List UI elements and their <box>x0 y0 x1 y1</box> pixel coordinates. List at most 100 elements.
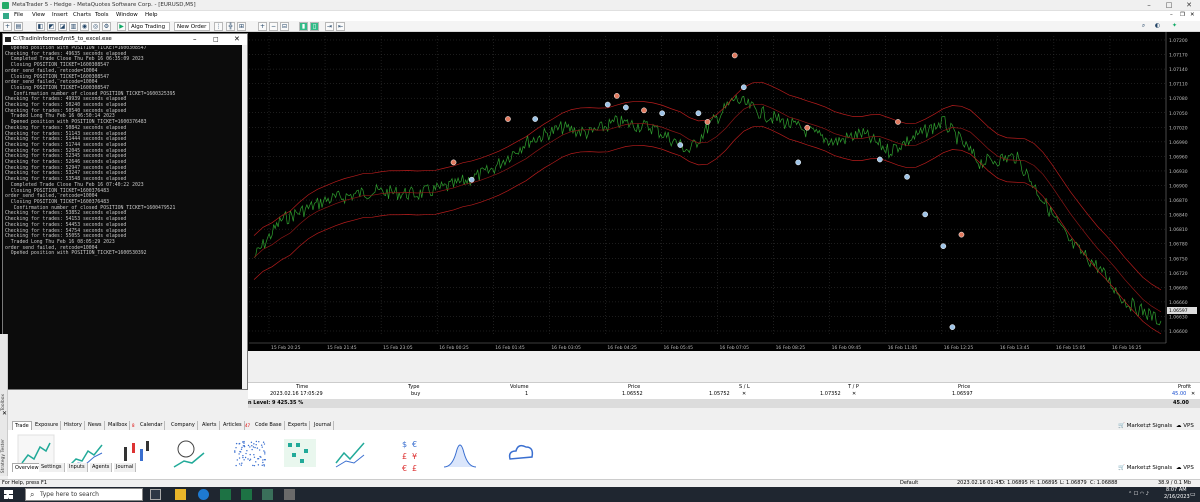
tab-settings[interactable]: Settings <box>39 463 65 472</box>
math-calc-card[interactable] <box>230 433 270 473</box>
menu-insert[interactable]: Insert <box>52 12 68 18</box>
clock-date[interactable]: 2/16/2023 <box>1164 494 1190 500</box>
file-explorer-icon[interactable] <box>175 489 186 500</box>
signals-link-top[interactable]: ⇄ Signals <box>1146 423 1172 429</box>
tab-trade[interactable]: Trade <box>12 421 32 430</box>
market-link-top[interactable]: 🛒 Market <box>1118 423 1146 429</box>
new-order-button[interactable]: New Order <box>174 22 210 31</box>
candle-chart-icon[interactable]: ▯ <box>310 22 319 31</box>
close-position-icon[interactable]: ✕ <box>1191 390 1195 398</box>
genetic-card[interactable] <box>280 433 320 473</box>
buy-sell-icon[interactable]: ✦ <box>1170 22 1179 31</box>
new-chart-icon[interactable]: + <box>3 22 12 31</box>
chart-shift-icon[interactable]: ⇤ <box>336 22 345 31</box>
tab-agents[interactable]: Agents <box>90 463 113 472</box>
console-window[interactable]: C:\TradinInformed\mt5_to_excel.exe – □ ✕… <box>2 33 248 390</box>
trade-level-icon[interactable]: ╬ <box>226 22 235 31</box>
scatter-dot <box>257 464 260 466</box>
depth-of-market-icon[interactable]: ⋮ <box>214 22 223 31</box>
console-close-button[interactable]: ✕ <box>234 34 240 45</box>
menu-window[interactable]: Window <box>116 12 138 18</box>
tab-experts[interactable]: Experts <box>286 421 310 430</box>
sl-remove-icon[interactable]: ✕ <box>742 390 746 398</box>
taskbar-search[interactable]: ⌕ Type here to search <box>25 488 143 501</box>
edge-icon[interactable] <box>198 489 209 500</box>
metaeditor-icon[interactable]: ◎ <box>91 22 100 31</box>
market-watch-icon[interactable]: ◧ <box>36 22 45 31</box>
win-restore-inner[interactable]: ❐ <box>1180 12 1185 18</box>
signals-link[interactable]: ⇄ Signals <box>1146 465 1172 471</box>
strategy-tester-label[interactable]: Strategy Tester <box>1 439 6 473</box>
tab-exposure[interactable]: Exposure <box>33 421 62 430</box>
tab-journal[interactable]: Journal <box>312 421 335 430</box>
console-app-taskbar-icon[interactable] <box>284 489 295 500</box>
tab-news[interactable]: News <box>86 421 105 430</box>
maximize-button[interactable]: □ <box>1164 1 1174 10</box>
tab-company[interactable]: Company <box>169 421 198 430</box>
autoscroll-icon[interactable]: ⇥ <box>325 22 334 31</box>
algo-trading-icon[interactable]: ▶ <box>117 22 126 31</box>
tab-history[interactable]: History <box>62 421 85 430</box>
scatter-dot <box>238 463 241 465</box>
console-maximize-button[interactable]: □ <box>213 34 219 45</box>
profiles-icon[interactable]: ▤ <box>14 22 23 31</box>
distribution-card[interactable] <box>440 433 480 473</box>
metatrader-icon[interactable] <box>262 489 273 500</box>
currency-card[interactable]: $ € £ ¥ € £ <box>388 433 428 473</box>
visual-test-card[interactable] <box>168 433 208 473</box>
task-view-icon[interactable] <box>150 489 161 500</box>
table-row[interactable]: 2023.02.16 17:05:29 buy 1 1.06552 1.0575… <box>248 390 1200 399</box>
zoom-out-icon[interactable]: − <box>269 22 278 31</box>
win-min-inner[interactable]: – <box>1170 12 1173 18</box>
navigator-icon[interactable]: ◩ <box>47 22 56 31</box>
console-titlebar[interactable]: C:\TradinInformed\mt5_to_excel.exe – □ ✕ <box>3 34 247 45</box>
tab-inputs[interactable]: Inputs <box>67 463 88 472</box>
minimize-button[interactable]: – <box>1144 1 1154 10</box>
console-minimize-button[interactable]: – <box>193 34 197 45</box>
tile-windows-icon[interactable]: ⊟ <box>280 22 289 31</box>
close-button[interactable]: ✕ <box>1184 1 1194 10</box>
chart-scroll-icon[interactable]: ⊞ <box>237 22 246 31</box>
menu-view[interactable]: View <box>32 12 45 18</box>
tab-calendar[interactable]: Calendar <box>138 421 166 430</box>
menu-tools[interactable]: Tools <box>95 12 109 18</box>
excel-icon-2[interactable] <box>241 489 252 500</box>
scatter-dot <box>251 445 253 447</box>
price-tick-label: 1.06600 <box>1169 329 1188 335</box>
search-icon[interactable]: ⌕ <box>1139 22 1148 31</box>
terminal-icon[interactable]: ▥ <box>69 22 78 31</box>
account-icon[interactable]: ◐ <box>1153 22 1162 31</box>
data-window-icon[interactable]: ◪ <box>58 22 67 31</box>
algo-trading-button[interactable]: Algo Trading <box>128 22 170 31</box>
options-icon[interactable]: ⚙ <box>102 22 111 31</box>
notification-icon[interactable]: ▭ <box>1190 491 1196 498</box>
app-menu-icon[interactable] <box>3 13 9 19</box>
menu-help[interactable]: Help <box>145 12 158 18</box>
toolbox-label[interactable]: Toolbox <box>1 394 6 411</box>
vps-link[interactable]: ☁ VPS <box>1176 465 1194 471</box>
trade-marker <box>604 101 611 108</box>
row-price: 1.06552 <box>622 391 643 397</box>
forward-test-card[interactable] <box>330 433 370 473</box>
cloud-card[interactable] <box>500 433 540 473</box>
market-link[interactable]: 🛒 Market <box>1118 465 1146 471</box>
excel-icon[interactable] <box>220 489 231 500</box>
menu-file[interactable]: File <box>14 12 23 18</box>
tab-tester-journal[interactable]: Journal <box>114 463 137 472</box>
zoom-in-icon[interactable]: + <box>258 22 267 31</box>
tray-icons[interactable]: ⌃ ☐ ◠ ♪ <box>1128 491 1149 497</box>
console-scrollbar[interactable] <box>242 45 247 389</box>
tab-mailbox[interactable]: Mailbox <box>106 421 131 430</box>
clock-time[interactable]: 8:07 AM <box>1166 487 1187 493</box>
tp-remove-icon[interactable]: ✕ <box>852 390 856 398</box>
bar-chart-icon[interactable]: ▮ <box>299 22 308 31</box>
tab-overview[interactable]: Overview <box>12 463 42 472</box>
strategy-tester-icon[interactable]: ◉ <box>80 22 89 31</box>
toolbox-close-icon[interactable]: ✕ <box>2 410 7 417</box>
menu-charts[interactable]: Charts <box>73 12 91 18</box>
vps-link-top[interactable]: ☁ VPS <box>1176 423 1194 429</box>
tab-code-base[interactable]: Code Base <box>253 421 285 430</box>
tab-articles[interactable]: Articles <box>221 421 245 430</box>
tab-alerts[interactable]: Alerts <box>200 421 220 430</box>
win-close-inner[interactable]: ✕ <box>1190 12 1195 18</box>
